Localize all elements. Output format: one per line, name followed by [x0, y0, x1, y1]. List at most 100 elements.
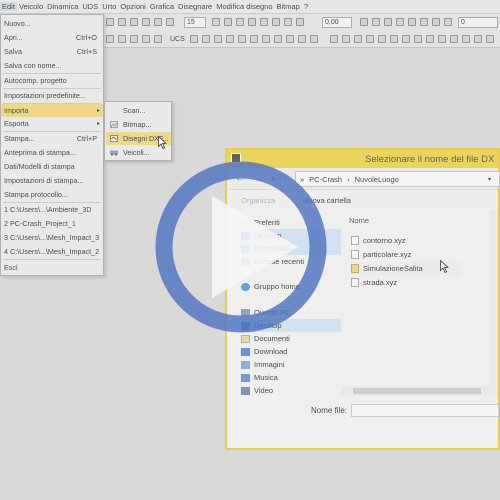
menu-urto[interactable]: Urto [100, 2, 118, 11]
tool-icon[interactable] [262, 35, 270, 43]
tool-icon[interactable] [486, 35, 494, 43]
tool-icon[interactable] [298, 35, 306, 43]
column-header-nome[interactable]: Nome [349, 216, 369, 225]
tool-icon[interactable] [274, 35, 282, 43]
tool-icon[interactable] [130, 35, 138, 43]
tool-icon[interactable] [272, 18, 280, 26]
menu-item-importa[interactable]: Importa ▸ [1, 104, 103, 117]
menu-veicolo[interactable]: Veicolo [17, 2, 45, 11]
nav-item-documenti[interactable]: Documenti [241, 332, 341, 345]
tool-icon[interactable] [286, 35, 294, 43]
menu-item-anteprima[interactable]: Anteprima di stampa... [1, 146, 103, 159]
tool-icon[interactable] [438, 35, 446, 43]
menu-edit[interactable]: Edit [0, 2, 17, 11]
menu-item-autocomp[interactable]: Autocomp. progetto [1, 74, 103, 87]
menu-item-salva[interactable]: Salva Ctrl+S [1, 45, 103, 58]
tool-icon[interactable] [296, 18, 304, 26]
menu-item-stampa-protocollo[interactable]: Stampa protocollo... [1, 188, 103, 201]
tool-icon[interactable] [384, 18, 392, 26]
menu-help[interactable]: ? [302, 2, 310, 11]
tool-icon[interactable] [226, 35, 234, 43]
nav-item-musica[interactable]: Musica [241, 371, 341, 384]
tool-icon[interactable] [154, 35, 162, 43]
breadcrumb-nuvoleluogo[interactable]: NuvoleLuogo [355, 175, 399, 184]
tool-icon[interactable] [378, 35, 386, 43]
menu-item-esci[interactable]: Esci [1, 261, 103, 274]
tool-icon[interactable] [224, 18, 232, 26]
menu-item-dati-modelli[interactable]: Dati/Modelli di stampa [1, 160, 103, 173]
submenu-item-scan[interactable]: Scan... [106, 104, 171, 117]
ucs-label[interactable]: UCS [170, 36, 185, 43]
tool-icon[interactable] [372, 18, 380, 26]
tool-icon[interactable] [130, 18, 138, 26]
menu-disegnare[interactable]: Disegnare [176, 2, 214, 11]
horizontal-scrollbar[interactable] [341, 386, 498, 396]
scrollbar-thumb[interactable] [353, 388, 481, 394]
tool-icon[interactable] [106, 35, 114, 43]
menu-item-esporta[interactable]: Esporta ▸ [1, 117, 103, 130]
tool-icon[interactable] [396, 18, 404, 26]
tool-icon[interactable] [248, 18, 256, 26]
recent-file-item[interactable]: 2 PC-Crash_Project_1 [1, 217, 103, 230]
tool-icon[interactable] [118, 35, 126, 43]
tool-icon[interactable] [238, 35, 246, 43]
tool-icon[interactable] [450, 35, 458, 43]
tool-icon[interactable] [360, 18, 368, 26]
nav-item-desktop[interactable]: Desktop [241, 229, 341, 242]
tool-icon[interactable] [214, 35, 222, 43]
filename-input[interactable] [351, 404, 499, 417]
organize-button[interactable]: Organizza [241, 196, 275, 205]
menu-item-salva-con-nome[interactable]: Salva con nome... [1, 59, 103, 72]
tool-icon[interactable] [154, 18, 162, 26]
address-bar[interactable]: » PC-Crash › NuvoleLuogo ▾ [295, 171, 500, 187]
size-select[interactable]: 15 [184, 17, 206, 28]
tool-icon[interactable] [420, 18, 428, 26]
submenu-item-bitmap[interactable]: Bitmap... [106, 118, 171, 131]
menu-item-impostazioni-predefinite[interactable]: Impostazioni predefinite... [1, 89, 103, 102]
menu-grafica[interactable]: Grafica [148, 2, 176, 11]
menu-opzioni[interactable]: Opzioni [118, 2, 147, 11]
breadcrumb-pc-crash[interactable]: PC-Crash [309, 175, 342, 184]
tool-icon[interactable] [342, 35, 350, 43]
tool-icon[interactable] [202, 35, 210, 43]
nav-item-preferiti[interactable]: ★ Preferiti [241, 216, 341, 229]
tool-icon[interactable] [142, 35, 150, 43]
coord-field[interactable]: 0,00 [322, 17, 352, 28]
tool-icon[interactable] [212, 18, 220, 26]
tool-icon[interactable] [284, 18, 292, 26]
recent-file-item[interactable]: 3 C:\Users\...\Mesh_Impact_3 [1, 231, 103, 244]
menu-item-nuovo[interactable]: Nuovo... [1, 17, 103, 30]
tool-icon[interactable] [444, 18, 452, 26]
file-list-item[interactable]: strada.xyz [351, 276, 461, 289]
menu-modifica-disegno[interactable]: Modifica disegno [214, 2, 274, 11]
chevron-down-icon[interactable]: ▾ [488, 176, 491, 183]
tool-icon[interactable] [432, 18, 440, 26]
tool-icon[interactable] [390, 35, 398, 43]
tool-icon[interactable] [474, 35, 482, 43]
layer-select[interactable]: 0 [458, 17, 498, 28]
nav-item-download[interactable]: Download [241, 345, 341, 358]
back-arrow-icon[interactable]: ← [235, 173, 245, 184]
nav-item-risorse-recenti[interactable]: Risorse recenti [241, 255, 341, 268]
tool-icon[interactable] [142, 18, 150, 26]
tool-icon[interactable] [310, 35, 318, 43]
nav-item-download[interactable]: Download [241, 242, 341, 255]
tool-icon[interactable] [236, 18, 244, 26]
tool-icon[interactable] [106, 18, 114, 26]
tool-icon[interactable] [462, 35, 470, 43]
recent-file-item[interactable]: 4 C:\Users\...\Mesh_Impact_2 [1, 245, 103, 258]
chevron-down-icon[interactable]: ▾ [271, 175, 275, 183]
new-folder-button[interactable]: Nuova cartella [303, 196, 351, 205]
tool-icon[interactable] [190, 35, 198, 43]
nav-item-video[interactable]: Video [241, 384, 341, 397]
dialog-title-bar[interactable]: Selezionare il nome del file DX [227, 150, 498, 168]
menu-item-stampa[interactable]: Stampa... Ctrl+P [1, 132, 103, 145]
menu-bitmap[interactable]: Bitmap [275, 2, 302, 11]
nav-item-gruppo-home[interactable]: Gruppo home [241, 280, 341, 293]
tool-icon[interactable] [166, 18, 174, 26]
menu-item-apri[interactable]: Apri... Ctrl+O [1, 31, 103, 44]
up-arrow-icon[interactable]: ↑ [283, 173, 288, 184]
tool-icon[interactable] [354, 35, 362, 43]
tool-icon[interactable] [402, 35, 410, 43]
tool-icon[interactable] [408, 18, 416, 26]
